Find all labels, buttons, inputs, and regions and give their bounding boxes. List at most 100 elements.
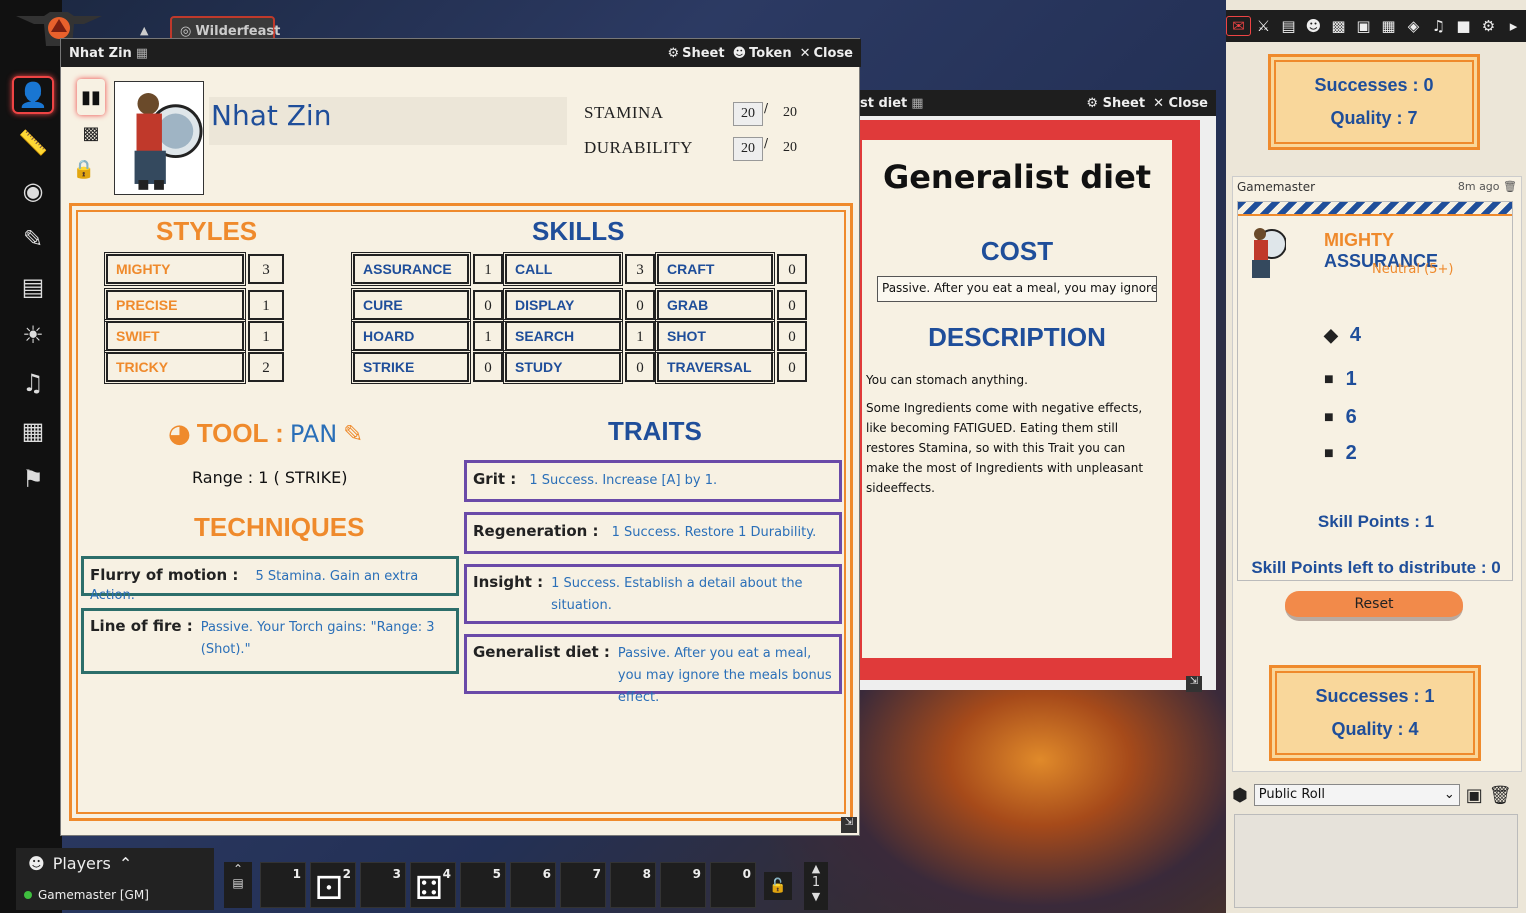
- skill-cure[interactable]: CURE: [351, 288, 471, 322]
- style-swift[interactable]: SWIFT: [104, 319, 246, 353]
- character-name-input[interactable]: Nhat Zin: [209, 97, 567, 145]
- chevron-up-icon[interactable]: ⌃: [224, 862, 252, 876]
- stamina-input[interactable]: 20: [733, 102, 763, 126]
- skill-grab-value[interactable]: 0: [777, 290, 807, 320]
- skill-shot-value[interactable]: 0: [777, 321, 807, 351]
- journal-tab-icon[interactable]: ▣: [1351, 17, 1376, 35]
- macro-slot[interactable]: 6: [510, 862, 556, 908]
- style-swift-value[interactable]: 1: [248, 321, 284, 351]
- style-tricky-value[interactable]: 2: [248, 352, 284, 382]
- lock-icon[interactable]: 🔒: [63, 151, 105, 187]
- die-result[interactable]: ■ 2: [1324, 442, 1357, 465]
- trait-item[interactable]: Generalist diet : Passive. After you eat…: [464, 634, 842, 705]
- tool-name[interactable]: PAN: [290, 420, 337, 448]
- macro-slot[interactable]: 8: [610, 862, 656, 908]
- sound-tool-icon[interactable]: ♫: [12, 364, 54, 402]
- style-mighty[interactable]: MIGHTY: [104, 252, 246, 286]
- edit-pencil-icon[interactable]: ✎: [343, 420, 363, 448]
- roll-mode-select[interactable]: Public Roll ⌄: [1253, 784, 1460, 806]
- skill-traversal-value[interactable]: 0: [777, 352, 807, 382]
- tables-tab-icon[interactable]: ▦: [1376, 17, 1401, 35]
- stats-tab-icon[interactable]: ▮▮: [77, 79, 105, 115]
- skill-strike[interactable]: STRIKE: [351, 350, 471, 384]
- scenes-tab-icon[interactable]: ▤: [1276, 17, 1301, 35]
- trash-icon[interactable]: 🗑: [1503, 180, 1517, 193]
- macro-slot[interactable]: 4 ⚃: [410, 862, 456, 908]
- technique-item[interactable]: Flurry of motion : 5 Stamina. Gain an ex…: [81, 556, 459, 603]
- skill-search-value[interactable]: 1: [625, 321, 655, 351]
- clipboard-tab-icon[interactable]: ▩: [77, 115, 105, 151]
- skill-hoard-value[interactable]: 1: [473, 321, 503, 351]
- trait-item[interactable]: Grit : 1 Success. Increase [A] by 1.: [464, 460, 842, 502]
- item-sheet-titlebar[interactable]: st diet ▦ ⚙ Sheet ✕ Close: [856, 90, 1216, 116]
- cards-tab-icon[interactable]: ◈: [1401, 17, 1426, 35]
- players-header[interactable]: ☻ Players ⌃: [28, 854, 132, 873]
- combat-tab-icon[interactable]: ⚔: [1251, 17, 1276, 35]
- macro-slot[interactable]: 3: [360, 862, 406, 908]
- item-sheet-button[interactable]: ⚙ Sheet: [1086, 96, 1145, 111]
- skill-call[interactable]: CALL: [503, 252, 623, 286]
- playlists-tab-icon[interactable]: ♫: [1426, 17, 1451, 35]
- token-config-button[interactable]: ☻ Token: [733, 46, 792, 61]
- trash-icon[interactable]: 🗑: [1489, 785, 1512, 806]
- collapse-caret-icon[interactable]: ▲: [140, 24, 148, 37]
- page-up-icon[interactable]: ▲: [804, 862, 828, 875]
- skill-shot[interactable]: SHOT: [655, 319, 775, 353]
- die-result[interactable]: ■ 6: [1324, 406, 1357, 429]
- skill-assurance-value[interactable]: 1: [473, 254, 503, 284]
- macro-slot[interactable]: 5: [460, 862, 506, 908]
- compendium-tab-icon[interactable]: ■: [1451, 17, 1476, 35]
- skill-display-value[interactable]: 0: [625, 290, 655, 320]
- lighting-tool-icon[interactable]: ☀: [12, 316, 54, 354]
- style-precise-value[interactable]: 1: [248, 290, 284, 320]
- style-tricky[interactable]: TRICKY: [104, 350, 246, 384]
- walls-tool-icon[interactable]: ▤: [12, 268, 54, 306]
- chat-input[interactable]: [1234, 814, 1518, 908]
- hotbar-lock-icon[interactable]: 🔓: [764, 872, 792, 900]
- character-sheet-titlebar[interactable]: Nhat Zin ▦ ⚙ Sheet ☻ Token ✕ Close: [61, 39, 861, 67]
- macro-slot[interactable]: 7: [560, 862, 606, 908]
- reset-button[interactable]: Reset: [1285, 591, 1463, 621]
- save-icon[interactable]: ▣: [1466, 785, 1483, 806]
- sheet-config-button[interactable]: ⚙ Sheet: [667, 46, 724, 61]
- technique-item[interactable]: Line of fire : Passive. Your Torch gains…: [81, 608, 459, 674]
- skill-assurance[interactable]: ASSURANCE: [351, 252, 471, 286]
- close-button[interactable]: ✕ Close: [800, 46, 853, 61]
- macro-slot[interactable]: 1: [260, 862, 306, 908]
- skill-craft[interactable]: CRAFT: [655, 252, 775, 286]
- skill-grab[interactable]: GRAB: [655, 288, 775, 322]
- cost-input[interactable]: Passive. After you eat a meal, you may i…: [877, 276, 1157, 302]
- templates-tool-icon[interactable]: ◉: [12, 172, 54, 210]
- resize-handle-icon[interactable]: ⇲: [841, 817, 857, 833]
- skill-craft-value[interactable]: 0: [777, 254, 807, 284]
- player-entry[interactable]: Gamemaster [GM]: [24, 888, 149, 902]
- skill-study[interactable]: STUDY: [503, 350, 623, 384]
- collapse-sidebar-icon[interactable]: ▸: [1501, 17, 1526, 35]
- tiles-tool-icon[interactable]: ▦: [12, 412, 54, 450]
- style-mighty-value[interactable]: 3: [248, 254, 284, 284]
- skill-study-value[interactable]: 0: [625, 352, 655, 382]
- folder-icon[interactable]: ▤: [224, 876, 252, 890]
- d20-icon[interactable]: ⬢: [1232, 785, 1248, 806]
- skill-strike-value[interactable]: 0: [473, 352, 503, 382]
- skill-traversal[interactable]: TRAVERSAL: [655, 350, 775, 384]
- skill-search[interactable]: SEARCH: [503, 319, 623, 353]
- character-portrait[interactable]: [114, 81, 204, 195]
- resize-handle-icon[interactable]: ⇲: [1186, 676, 1202, 692]
- notes-tool-icon[interactable]: ⚑: [12, 460, 54, 498]
- ruler-tool-icon[interactable]: 📏: [12, 124, 54, 162]
- macro-slot[interactable]: 2 ⚀: [310, 862, 356, 908]
- item-close-button[interactable]: ✕ Close: [1153, 96, 1208, 111]
- skill-display[interactable]: DISPLAY: [503, 288, 623, 322]
- skill-cure-value[interactable]: 0: [473, 290, 503, 320]
- trait-item[interactable]: Insight : 1 Success. Establish a detail …: [464, 564, 842, 624]
- die-result[interactable]: ◆ 4: [1324, 324, 1361, 347]
- items-tab-icon[interactable]: ▩: [1326, 17, 1351, 35]
- style-precise[interactable]: PRECISE: [104, 288, 246, 322]
- drawing-tool-icon[interactable]: ✎: [12, 220, 54, 258]
- chat-tab-icon[interactable]: ✉: [1226, 16, 1251, 36]
- macro-slot[interactable]: 9: [660, 862, 706, 908]
- die-result[interactable]: ■ 1: [1324, 368, 1357, 391]
- token-tool-icon[interactable]: 👤: [12, 76, 54, 114]
- trait-item[interactable]: Regeneration : 1 Success. Restore 1 Dura…: [464, 512, 842, 554]
